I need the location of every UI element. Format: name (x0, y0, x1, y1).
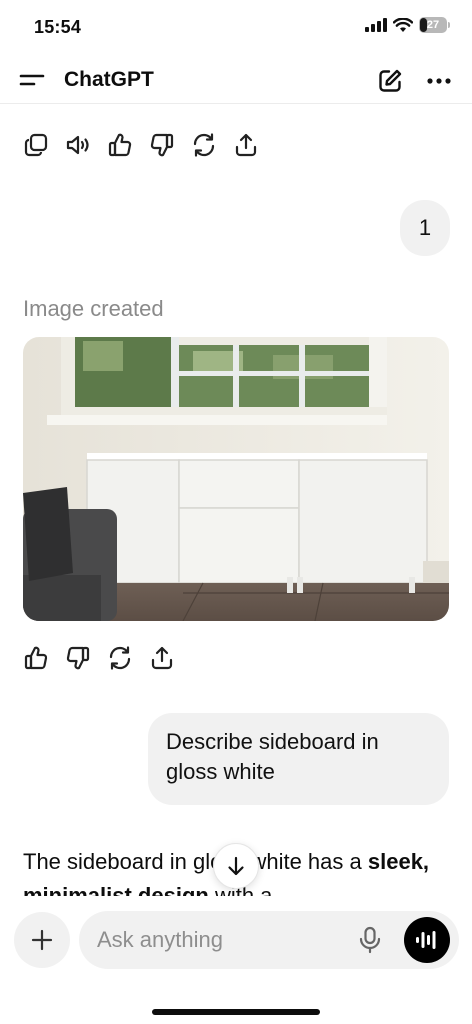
regenerate-icon (193, 133, 215, 157)
good-response-button[interactable] (22, 644, 50, 672)
user-message-bubble: Describe sideboard in gloss white (148, 713, 449, 805)
regenerate-button[interactable] (106, 644, 134, 672)
voice-waveform-icon (416, 931, 436, 949)
user-message-bubble: 1 (400, 200, 450, 256)
assistant-text-start: The sideboard in gloss white has a (23, 849, 368, 874)
bad-response-button[interactable] (148, 131, 176, 159)
dictation-button[interactable] (355, 925, 385, 955)
new-chat-button[interactable] (376, 67, 404, 95)
battery-percent: 27 (426, 19, 440, 31)
voice-mode-button[interactable] (404, 917, 450, 963)
cellular-signal-icon (365, 18, 387, 32)
sideboard-scene-image (23, 337, 449, 621)
regenerate-button[interactable] (190, 131, 218, 159)
speaker-icon (66, 135, 89, 155)
more-options-button[interactable] (424, 67, 454, 95)
share-icon (151, 646, 173, 670)
bad-response-button[interactable] (64, 644, 92, 672)
app-header: ChatGPT (0, 56, 472, 104)
message-composer (79, 911, 459, 969)
thumbs-up-icon (108, 133, 132, 157)
battery-icon: 27 (419, 17, 447, 33)
user-message-text: 1 (418, 215, 432, 240)
read-aloud-button[interactable] (64, 131, 92, 159)
scroll-to-bottom-button[interactable] (213, 843, 259, 889)
status-icons: 27 (365, 17, 450, 33)
thumbs-up-icon (24, 646, 48, 670)
battery-nub (448, 22, 450, 28)
good-response-button[interactable] (106, 131, 134, 159)
share-button[interactable] (148, 644, 176, 672)
image-message-actions (22, 644, 190, 672)
message-actions-top (22, 131, 274, 159)
menu-icon (19, 74, 45, 86)
home-indicator (152, 1009, 320, 1015)
app-title: ChatGPT (64, 68, 154, 91)
wifi-icon (393, 17, 413, 32)
status-time: 15:54 (34, 17, 82, 37)
image-created-label: Image created (23, 296, 164, 321)
message-input[interactable] (97, 911, 347, 969)
more-dots-icon (427, 78, 451, 84)
copy-button[interactable] (22, 131, 50, 159)
status-bar: 15:54 27 (0, 0, 472, 56)
thumbs-down-icon (66, 646, 90, 670)
compose-icon (379, 69, 402, 92)
thumbs-down-icon (150, 133, 174, 157)
share-button[interactable] (232, 131, 260, 159)
copy-icon (24, 133, 48, 157)
add-attachment-button[interactable] (14, 912, 70, 968)
generated-image[interactable] (23, 337, 449, 621)
regenerate-icon (109, 646, 131, 670)
sidebar-menu-button[interactable] (18, 68, 46, 92)
plus-icon (31, 929, 53, 951)
share-icon (235, 133, 257, 157)
arrow-down-icon (228, 856, 244, 876)
microphone-icon (359, 926, 381, 954)
user-message-text: Describe sideboard in gloss white (166, 729, 379, 784)
